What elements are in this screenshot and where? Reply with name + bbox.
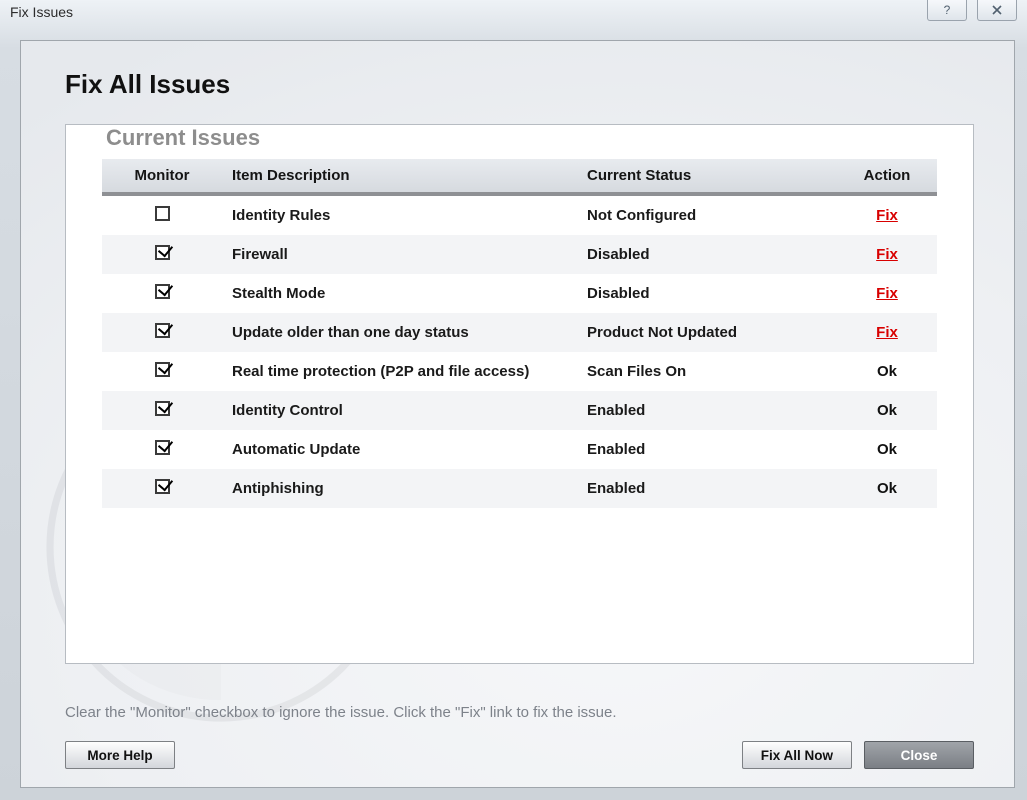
table-row: Stealth ModeDisabled Fix <box>102 274 937 313</box>
issues-panel: Current Issues Monitor Item Description … <box>65 124 974 664</box>
group-title: Current Issues <box>100 125 266 151</box>
current-status: Disabled <box>577 235 837 274</box>
monitor-checkbox[interactable] <box>155 323 170 338</box>
monitor-checkbox[interactable] <box>155 284 170 299</box>
column-header-status: Current Status <box>577 159 837 194</box>
svg-text:?: ? <box>944 3 951 17</box>
monitor-checkbox[interactable] <box>155 479 170 494</box>
monitor-cell <box>102 235 222 274</box>
action-cell: Ok <box>837 469 937 508</box>
item-description: Stealth Mode <box>222 274 577 313</box>
item-description: Real time protection (P2P and file acces… <box>222 352 577 391</box>
current-status: Product Not Updated <box>577 313 837 352</box>
current-status: Scan Files On <box>577 352 837 391</box>
help-icon[interactable]: ? <box>927 0 967 21</box>
column-header-monitor: Monitor <box>102 159 222 194</box>
table-row: Real time protection (P2P and file acces… <box>102 352 937 391</box>
window-frame: Fix Issues ? Fix All Issues <box>0 0 1027 800</box>
action-cell: Fix <box>837 274 937 313</box>
monitor-checkbox[interactable] <box>155 440 170 455</box>
table-row: Identity ControlEnabled Ok <box>102 391 937 430</box>
fix-link[interactable]: Fix <box>876 246 898 263</box>
monitor-checkbox[interactable] <box>155 206 170 221</box>
table-row: FirewallDisabled Fix <box>102 235 937 274</box>
fix-link[interactable]: Fix <box>876 324 898 341</box>
table-row: Update older than one day statusProduct … <box>102 313 937 352</box>
monitor-cell <box>102 391 222 430</box>
table-row: Identity RulesNot Configured Fix <box>102 194 937 235</box>
ok-status: Ok <box>877 402 897 419</box>
item-description: Automatic Update <box>222 430 577 469</box>
issues-group: Current Issues Monitor Item Description … <box>102 157 937 508</box>
monitor-cell <box>102 274 222 313</box>
monitor-cell <box>102 313 222 352</box>
monitor-checkbox[interactable] <box>155 362 170 377</box>
item-description: Update older than one day status <box>222 313 577 352</box>
action-cell: Fix <box>837 235 937 274</box>
ok-status: Ok <box>877 441 897 458</box>
monitor-cell <box>102 430 222 469</box>
table-row: AntiphishingEnabled Ok <box>102 469 937 508</box>
fix-link[interactable]: Fix <box>876 285 898 302</box>
more-help-button[interactable]: More Help <box>65 741 175 769</box>
current-status: Not Configured <box>577 194 837 235</box>
issues-table: Monitor Item Description Current Status … <box>102 159 937 508</box>
ok-status: Ok <box>877 363 897 380</box>
item-description: Firewall <box>222 235 577 274</box>
titlebar: Fix Issues ? <box>0 0 1027 30</box>
monitor-cell <box>102 194 222 235</box>
dialog-body: Fix All Issues Current Issues Monitor It… <box>21 41 1014 787</box>
titlebar-buttons: ? <box>927 0 1017 21</box>
window-title: Fix Issues <box>10 4 73 20</box>
item-description: Identity Rules <box>222 194 577 235</box>
current-status: Disabled <box>577 274 837 313</box>
ok-status: Ok <box>877 480 897 497</box>
item-description: Antiphishing <box>222 469 577 508</box>
action-cell: Fix <box>837 194 937 235</box>
action-cell: Fix <box>837 313 937 352</box>
column-header-description: Item Description <box>222 159 577 194</box>
close-button[interactable]: Close <box>864 741 974 769</box>
current-status: Enabled <box>577 430 837 469</box>
monitor-checkbox[interactable] <box>155 401 170 416</box>
action-cell: Ok <box>837 391 937 430</box>
close-icon[interactable] <box>977 0 1017 21</box>
page-title: Fix All Issues <box>21 41 1014 110</box>
action-cell: Ok <box>837 430 937 469</box>
hint-text: Clear the "Monitor" checkbox to ignore t… <box>65 704 617 721</box>
monitor-checkbox[interactable] <box>155 245 170 260</box>
table-row: Automatic UpdateEnabled Ok <box>102 430 937 469</box>
action-cell: Ok <box>837 352 937 391</box>
dialog: Fix All Issues Current Issues Monitor It… <box>20 40 1015 788</box>
fix-link[interactable]: Fix <box>876 207 898 224</box>
button-bar: More Help Fix All Now Close <box>65 741 974 769</box>
monitor-cell <box>102 352 222 391</box>
fix-all-now-button[interactable]: Fix All Now <box>742 741 852 769</box>
current-status: Enabled <box>577 391 837 430</box>
item-description: Identity Control <box>222 391 577 430</box>
current-status: Enabled <box>577 469 837 508</box>
monitor-cell <box>102 469 222 508</box>
column-header-action: Action <box>837 159 937 194</box>
